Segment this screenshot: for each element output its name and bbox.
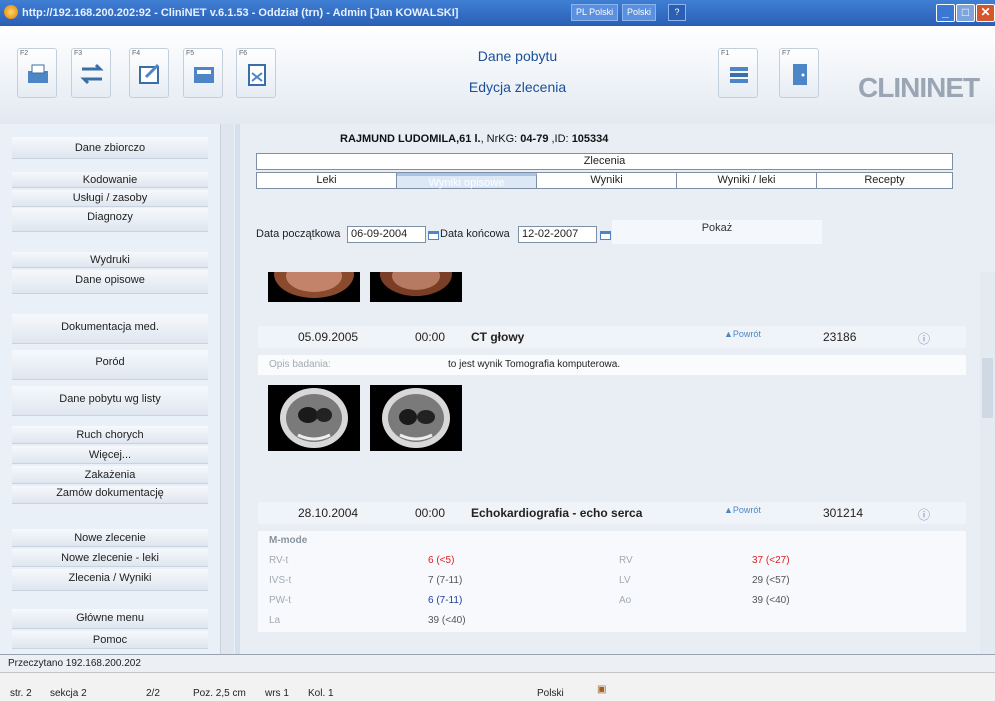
stack-icon: [730, 67, 748, 83]
result-date: 05.09.2005: [298, 330, 359, 344]
mmode-table: M-mode RV-t 6 (<5) RV 37 (<27) IVS-t 7 (…: [258, 531, 966, 632]
show-button[interactable]: Pokaż: [612, 220, 822, 244]
f1-button[interactable]: F1: [718, 48, 758, 98]
sidebar-item-dokumentacja[interactable]: Dokumentacja med.: [12, 314, 208, 344]
maximize-button[interactable]: □: [956, 4, 975, 22]
language-indicator: Polski: [537, 688, 564, 699]
section-number: sekcja 2: [50, 688, 87, 699]
tab-zlecenia[interactable]: Zlecenia: [256, 153, 953, 170]
browser-icon: [4, 5, 18, 19]
sidebar-item-pomoc[interactable]: Pomoc: [12, 631, 208, 649]
measure-value: 6 (7-11): [428, 595, 463, 606]
sidebar-item-uslugi[interactable]: Usługi / zasoby: [12, 190, 208, 207]
scrollbar-thumb[interactable]: [982, 358, 993, 418]
clininet-logo: CLININET: [858, 72, 980, 103]
close-button[interactable]: ✕: [976, 4, 995, 22]
exit-door-icon: [793, 64, 807, 85]
mmode-title: M-mode: [269, 535, 308, 546]
position: Poz. 2,5 cm: [193, 688, 246, 699]
back-link[interactable]: ▲Powrót: [724, 329, 761, 339]
sidebar-item-zlecenia-wyniki[interactable]: Zlecenia / Wyniki: [12, 569, 208, 591]
scan-image[interactable]: [268, 272, 360, 302]
sidebar-item-kodowanie[interactable]: Kodowanie: [12, 172, 208, 188]
result-description: Opis badania: to jest wynik Tomografia k…: [258, 355, 966, 375]
sidebar-item-dane-pobytu-wg-listy[interactable]: Dane pobytu wg listy: [12, 386, 208, 416]
toolbar: F2 F3 F4 F5 F6 Dane pobytu Edycja zlecen…: [0, 26, 995, 124]
tab-leki[interactable]: Leki: [257, 173, 397, 188]
page-count: 2/2: [146, 688, 160, 699]
help-icon[interactable]: ?: [668, 4, 686, 21]
result-number: 23186: [823, 330, 857, 344]
sidebar-item-diagnozy[interactable]: Diagnozy: [12, 208, 208, 232]
end-date-label: Data końcowa: [440, 228, 510, 240]
sidebar-item-glowne-menu[interactable]: Główne menu: [12, 609, 208, 629]
f7-button[interactable]: F7: [779, 48, 819, 98]
start-date-field[interactable]: 06-09-2004: [347, 226, 426, 243]
end-date-field[interactable]: 12-02-2007: [518, 226, 597, 243]
page-number: str. 2: [10, 688, 32, 699]
keyboard-language-button[interactable]: Polski: [622, 4, 657, 21]
status-bar: Przeczytano 192.168.200.202: [0, 654, 995, 672]
word-status-bar: str. 2 sekcja 2 2/2 Poz. 2,5 cm wrs 1 Ko…: [0, 672, 995, 701]
sidebar-item-ruch-chorych[interactable]: Ruch chorych: [12, 426, 208, 444]
sidebar-item-wydruki[interactable]: Wydruki: [12, 252, 208, 268]
content-scrollbar[interactable]: [980, 272, 995, 654]
measure-value: 37 (<27): [752, 555, 790, 566]
measure-value: 39 (<40): [428, 615, 466, 626]
info-icon[interactable]: ⓘ: [918, 330, 930, 347]
tab-bar: Leki Wyniki opisowe Wyniki Wyniki / leki…: [256, 172, 953, 189]
sidebar-item-porod[interactable]: Poród: [12, 350, 208, 380]
tab-wyniki[interactable]: Wyniki: [537, 173, 677, 188]
sidebar-item-zakazenia[interactable]: Zakażenia: [12, 466, 208, 484]
calendar-icon[interactable]: [600, 231, 611, 240]
spellcheck-icon[interactable]: ▣: [597, 684, 606, 695]
window-titlebar: http://192.168.200.202:92 - CliniNET v.6…: [0, 0, 995, 26]
measure-value: 29 (<57): [752, 575, 790, 586]
measure-value: 6 (<5): [428, 555, 455, 566]
scan-image[interactable]: [370, 272, 462, 302]
page-title: Dane pobytu: [477, 48, 558, 64]
result-name: CT głowy: [471, 330, 525, 344]
measure-value: 39 (<40): [752, 595, 790, 606]
tab-wyniki-opisowe[interactable]: Wyniki opisowe: [397, 173, 537, 189]
tab-recepty[interactable]: Recepty: [817, 173, 952, 188]
page-subtitle: Edycja zlecenia: [468, 79, 567, 95]
line-number: wrs 1: [265, 688, 289, 699]
result-row[interactable]: 28.10.2004 00:00 Echokardiografia - echo…: [258, 502, 966, 524]
result-name: Echokardiografia - echo serca: [471, 506, 643, 520]
ct-scan-image[interactable]: [268, 385, 360, 451]
result-time: 00:00: [415, 506, 446, 520]
patient-header: RAJMUND LUDOMILA,61 l., NrKG: 04-79 ,ID:…: [340, 133, 609, 145]
ct-scan-image[interactable]: [370, 385, 462, 451]
sidebar-item-nowe-zlecenie[interactable]: Nowe zlecenie: [12, 529, 208, 547]
sidebar-item-dane-zbiorczo[interactable]: Dane zbiorczo: [12, 137, 208, 159]
result-date: 28.10.2004: [298, 506, 359, 520]
result-number: 301214: [823, 506, 864, 520]
status-text: Przeczytano 192.168.200.202: [8, 658, 141, 669]
sidebar-item-dane-opisowe[interactable]: Dane opisowe: [12, 270, 208, 294]
tab-wyniki-leki[interactable]: Wyniki / leki: [677, 173, 817, 188]
window-title: http://192.168.200.202:92 - CliniNET v.6…: [22, 7, 459, 19]
result-row[interactable]: 05.09.2005 00:00 CT głowy ▲Powrót 23186 …: [258, 326, 966, 348]
minimize-button[interactable]: _: [936, 4, 955, 22]
measure-value: 7 (7-11): [428, 575, 463, 586]
sidebar-item-nowe-zlecenie-leki[interactable]: Nowe zlecenie - leki: [12, 549, 208, 567]
sidebar-item-wiecej[interactable]: Więcej...: [12, 446, 208, 464]
sidebar-item-zamow-dokumentacje[interactable]: Zamów dokumentację: [12, 486, 208, 504]
start-date-label: Data początkowa: [256, 228, 341, 240]
back-link[interactable]: ▲Powrót: [724, 505, 761, 515]
sidebar-scrollbar[interactable]: [220, 124, 234, 654]
result-time: 00:00: [415, 330, 446, 344]
calendar-icon[interactable]: [428, 231, 439, 240]
column-number: Kol. 1: [308, 688, 334, 699]
info-icon[interactable]: ⓘ: [918, 506, 930, 523]
language-button[interactable]: PL Polski: [571, 4, 619, 21]
